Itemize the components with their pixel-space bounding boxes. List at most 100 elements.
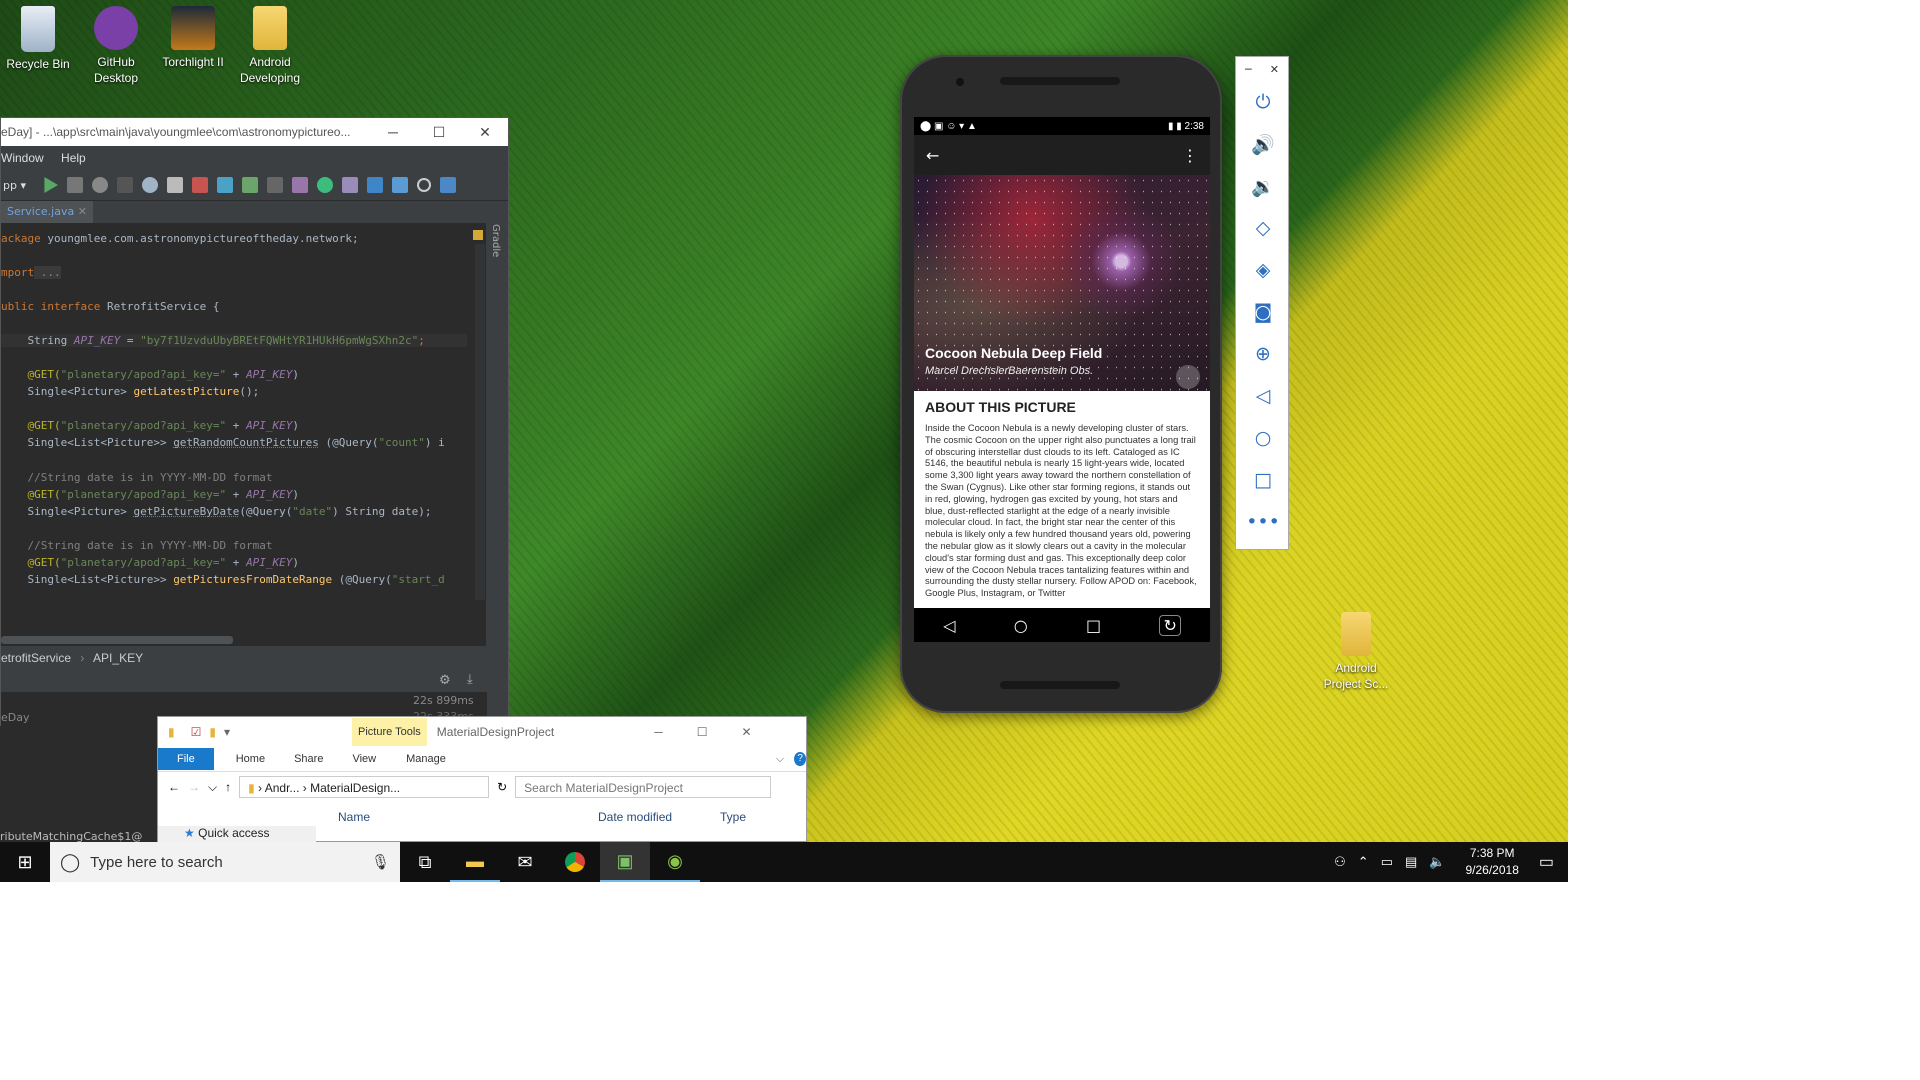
gradle-side-panel[interactable]: Gradle (486, 206, 508, 726)
menu-help[interactable]: Help (61, 151, 86, 165)
maximize-icon[interactable]: ☐ (416, 118, 462, 146)
nav-back-icon[interactable]: ◁ (943, 616, 955, 635)
volume-up-icon[interactable]: 🔊 (1236, 123, 1290, 165)
warning-marker[interactable] (473, 230, 483, 240)
desktop-icon-github-desktop[interactable]: GitHub Desktop (80, 6, 152, 86)
mail-icon[interactable]: ✉ (500, 842, 550, 882)
android-studio-taskbar-icon[interactable]: ▣ (600, 842, 650, 882)
floating-action-icon[interactable] (1176, 365, 1200, 389)
horizontal-scrollbar[interactable] (1, 636, 233, 644)
search-icon[interactable] (417, 178, 431, 192)
sync-icon[interactable] (217, 177, 233, 193)
desktop-icon-recycle-bin[interactable]: Recycle Bin (2, 6, 74, 72)
people-icon[interactable]: ⚇ (1334, 854, 1346, 870)
rotate-left-icon[interactable]: ◇ (1236, 207, 1290, 249)
history-icon[interactable] (267, 177, 283, 193)
attach-debugger-icon[interactable] (167, 177, 183, 193)
project-structure-icon[interactable] (392, 177, 408, 193)
windows-start-icon[interactable]: ⊞ (0, 842, 50, 882)
network-icon[interactable]: ▤ (1405, 854, 1417, 870)
battery-icon[interactable]: ▭ (1381, 854, 1393, 870)
microphone-icon[interactable]: 🎙 (371, 853, 390, 871)
stop-icon[interactable] (192, 177, 208, 193)
volume-down-icon[interactable]: 🔉 (1236, 165, 1290, 207)
zoom-icon[interactable]: ⊕ (1236, 333, 1290, 375)
breadcrumb-item[interactable]: API_KEY (93, 651, 143, 665)
close-icon[interactable]: ✕ (1270, 63, 1279, 76)
profile-icon[interactable] (142, 177, 158, 193)
file-explorer-taskbar-icon[interactable]: ▬ (450, 842, 500, 882)
up-arrow-icon[interactable]: ↑ (225, 780, 231, 794)
ribbon-tab-share[interactable]: Share (294, 753, 323, 765)
apply-changes-icon[interactable] (67, 177, 83, 193)
vertical-scrollbar[interactable] (475, 244, 485, 600)
ribbon-tab-home[interactable]: Home (236, 753, 265, 765)
refresh-icon[interactable]: ↻ (497, 780, 507, 794)
home-icon[interactable]: ○ (1236, 417, 1290, 459)
action-center-icon[interactable]: ▭ (1539, 852, 1554, 872)
back-icon[interactable]: ◁ (1236, 375, 1290, 417)
checkbox-icon[interactable]: ☑ (191, 725, 202, 739)
search-input[interactable]: Search MaterialDesignProject (515, 776, 772, 798)
minimize-icon[interactable]: ─ (1245, 63, 1252, 76)
address-bar[interactable]: ▮ › Andr... › MaterialDesign... (239, 776, 490, 798)
overview-icon[interactable]: □ (1236, 459, 1290, 501)
back-arrow-icon[interactable]: ← (168, 780, 180, 794)
overflow-menu-icon[interactable]: ⋮ (1182, 146, 1198, 165)
desktop-icon-android-project[interactable]: Android Project Sc... (1320, 612, 1392, 692)
clock[interactable]: 7:38 PM 9/26/2018 (1465, 845, 1518, 879)
nav-pane-quick-access[interactable]: ★ Quick access (158, 826, 316, 842)
revert-icon[interactable] (292, 177, 308, 193)
address-segment[interactable]: Andr... (265, 781, 300, 795)
ribbon-tab-view[interactable]: View (352, 753, 376, 765)
minimize-icon[interactable]: ─ (654, 725, 663, 739)
camera-icon[interactable]: ◙ (1236, 291, 1290, 333)
desktop-icon-android-developing[interactable]: Android Developing (234, 6, 306, 86)
code-editor[interactable]: ackage youngmlee.com.astronomypictureoft… (1, 228, 471, 648)
forward-arrow-icon[interactable]: → (188, 780, 200, 794)
hide-panel-icon[interactable]: ⤓ (467, 672, 473, 687)
desktop-icon-torchlight[interactable]: Torchlight II (157, 6, 229, 70)
rotate-icon[interactable]: ↻ (1159, 614, 1181, 636)
power-icon[interactable]: ⏻ (1236, 81, 1290, 123)
recent-dropdown-icon[interactable]: ⌵ (208, 780, 217, 795)
settings-gear-icon[interactable]: ⚙ (439, 673, 451, 688)
picture-image[interactable]: Cocoon Nebula Deep Field Marcel Drechsle… (914, 175, 1210, 391)
taskbar-search[interactable]: ◯ Type here to search 🎙 (50, 842, 400, 882)
address-segment[interactable]: MaterialDesign... (310, 781, 400, 795)
task-view-icon[interactable]: ⧉ (400, 842, 450, 882)
tab-close-icon[interactable]: ✕ (78, 205, 87, 218)
emulator-taskbar-icon[interactable]: ◉ (650, 842, 700, 882)
avd-manager-icon[interactable] (342, 177, 358, 193)
ribbon-tab-manage[interactable]: Manage (406, 753, 446, 765)
close-icon[interactable]: ✕ (741, 725, 751, 739)
chrome-icon[interactable] (550, 842, 600, 882)
coverage-icon[interactable] (117, 177, 133, 193)
chevron-up-icon[interactable]: ⌃ (1358, 854, 1369, 870)
nav-recents-icon[interactable]: □ (1086, 616, 1101, 635)
account-icon[interactable] (440, 177, 456, 193)
menu-window[interactable]: Window (1, 151, 44, 165)
help-icon[interactable]: ? (794, 752, 806, 766)
close-icon[interactable]: ✕ (462, 118, 508, 146)
quick-access-dropdown-icon[interactable]: ▾ (224, 725, 230, 739)
tab-retrofit-service[interactable]: Service.java ✕ (1, 201, 93, 223)
volume-icon[interactable]: 🔈 (1429, 854, 1445, 870)
run-config-select[interactable]: pp ▾ (3, 179, 33, 192)
ribbon-tab-file[interactable]: File (158, 748, 214, 770)
vcs-icon[interactable] (242, 177, 258, 193)
more-icon[interactable]: ••• (1236, 501, 1290, 543)
rotate-right-icon[interactable]: ◈ (1236, 249, 1290, 291)
chevron-down-icon[interactable]: ⌵ (776, 753, 784, 766)
column-name[interactable]: Name (338, 810, 598, 824)
sdk-manager-icon[interactable] (367, 177, 383, 193)
minimize-icon[interactable]: ─ (370, 118, 416, 146)
column-type[interactable]: Type (720, 810, 746, 824)
back-arrow-icon[interactable]: ← (926, 146, 939, 165)
nav-home-icon[interactable]: ○ (1014, 616, 1028, 635)
breadcrumb-item[interactable]: etrofitService (1, 651, 71, 665)
gradle-sync-icon[interactable] (317, 177, 333, 193)
maximize-icon[interactable]: ☐ (697, 725, 708, 739)
debug-icon[interactable] (92, 177, 108, 193)
run-icon[interactable] (44, 177, 58, 193)
